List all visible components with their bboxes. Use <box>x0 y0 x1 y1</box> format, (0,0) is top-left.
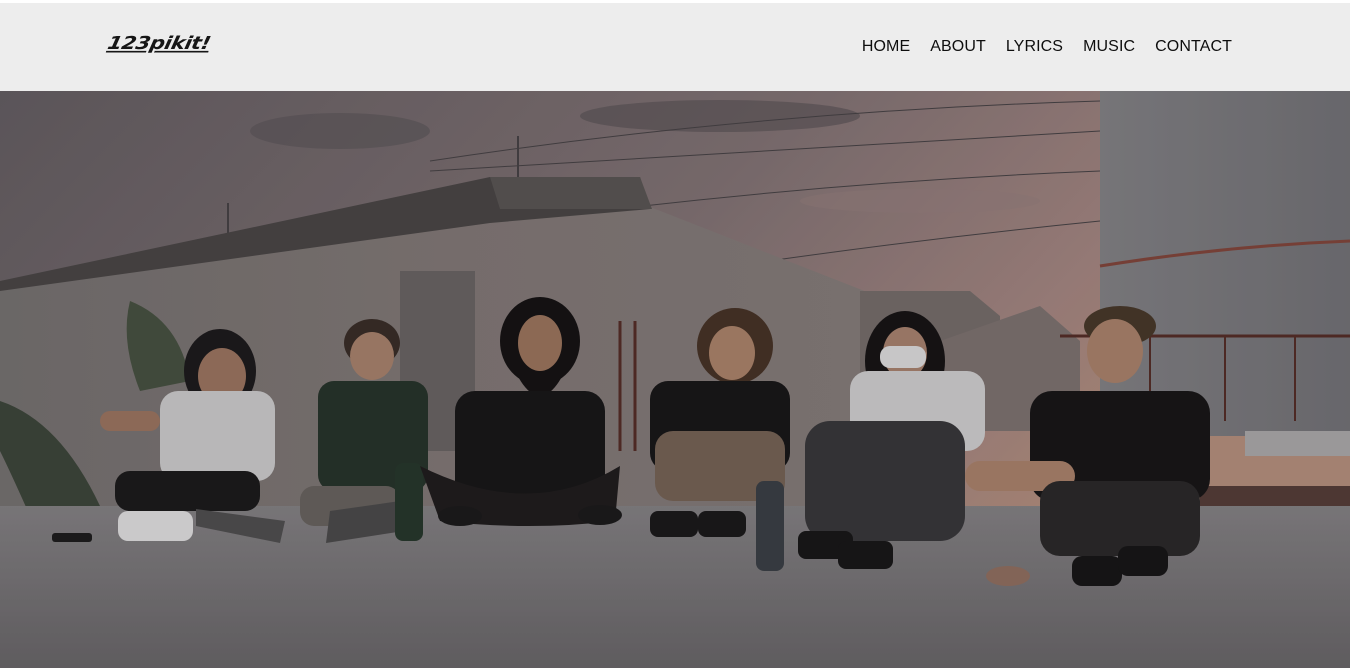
main-nav: HOME ABOUT LYRICS MUSIC CONTACT <box>862 38 1232 56</box>
nav-link-contact[interactable]: CONTACT <box>1155 38 1232 56</box>
nav-link-music[interactable]: MUSIC <box>1083 38 1135 56</box>
nav-link-lyrics[interactable]: LYRICS <box>1006 38 1063 56</box>
nav-link-home[interactable]: HOME <box>862 38 910 56</box>
site-header: 123pikit! HOME ABOUT LYRICS MUSIC CONTAC… <box>0 3 1350 91</box>
hero-dark-overlay <box>0 91 1350 668</box>
hero-band-photo <box>0 91 1350 668</box>
nav-link-about[interactable]: ABOUT <box>930 38 986 56</box>
site-logo[interactable]: 123pikit! <box>106 33 213 53</box>
